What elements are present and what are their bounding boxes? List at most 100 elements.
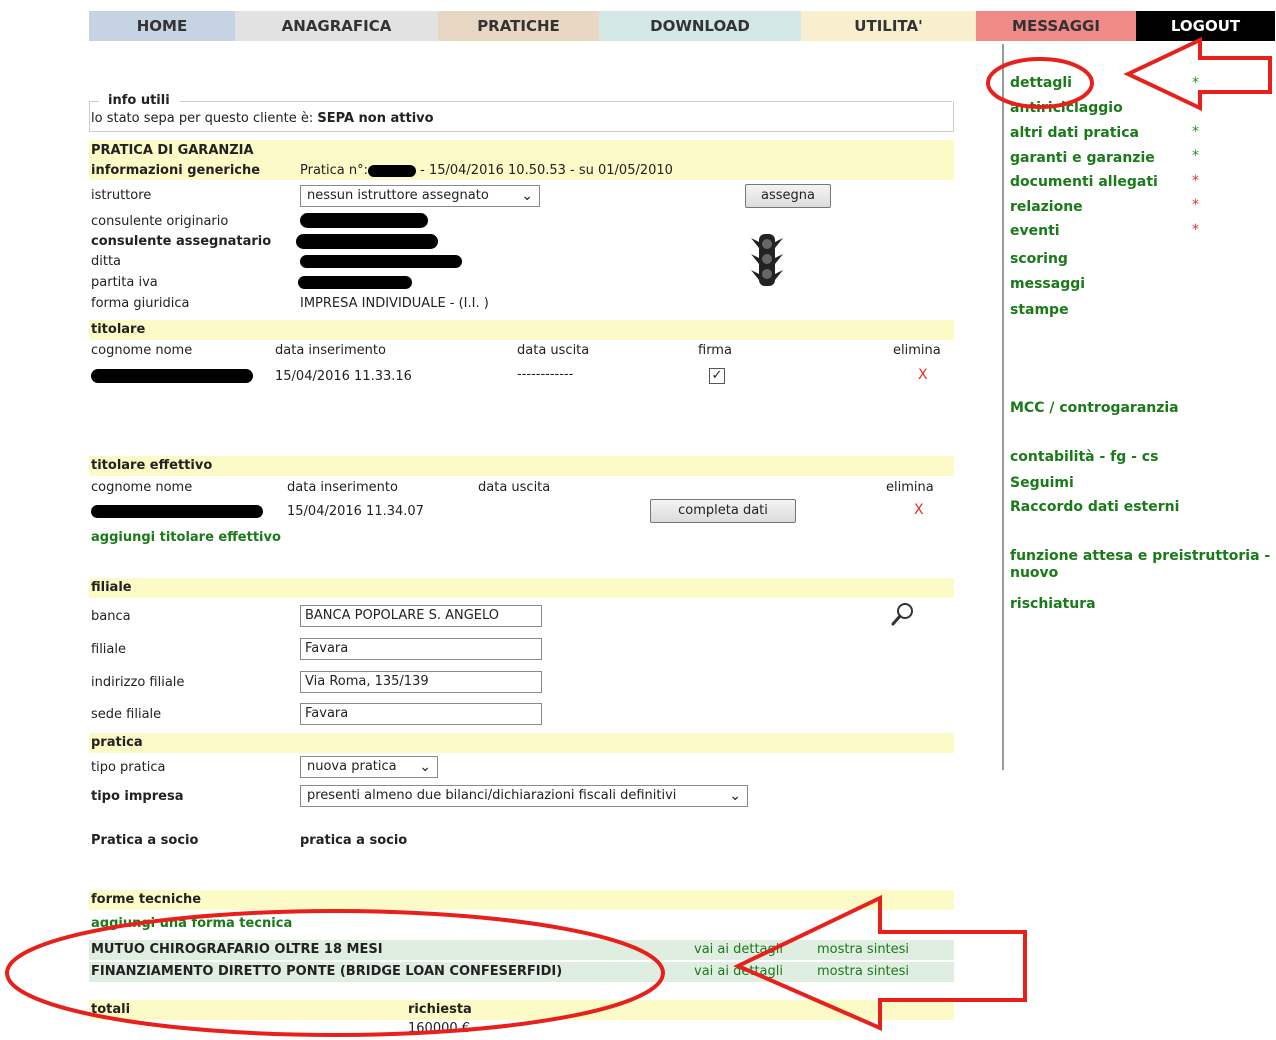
nav-logout[interactable]: LOGOUT: [1136, 11, 1275, 41]
pratica-subheading: informazioni generiche: [91, 163, 261, 178]
redaction: [296, 234, 438, 249]
tipo-pratica-value: nuova pratica: [307, 759, 397, 774]
te-col-nome: cognome nome: [91, 480, 193, 495]
sepa-value: SEPA non attivo: [317, 111, 434, 126]
sidebar-item-mcc[interactable]: MCC / controgaranzia: [1010, 400, 1179, 416]
completa-dati-button[interactable]: completa dati: [650, 499, 796, 523]
filiale-heading: filiale: [91, 580, 132, 595]
forme-heading: forme tecniche: [91, 892, 202, 907]
status-star: *: [1192, 222, 1199, 238]
tipo-pratica-label: tipo pratica: [91, 760, 166, 775]
add-forma-tecnica-link[interactable]: aggiungi una forma tecnica: [91, 916, 292, 931]
tipo-impresa-value: presenti almeno due bilanci/dichiarazion…: [307, 788, 677, 803]
forma-name: MUTUO CHIROGRAFARIO OLTRE 18 MESI: [91, 942, 383, 957]
annotation-ellipse: [5, 57, 1094, 1037]
pratica2-band: [89, 733, 954, 753]
arrow-left-icon: [1123, 36, 1272, 112]
sidebar-item-eventi[interactable]: eventi: [1010, 223, 1060, 239]
consulente-assegnatario-label: consulente assegnatario: [91, 234, 272, 249]
te-date: 15/04/2016 11.34.07: [287, 504, 424, 519]
nav-anagrafica[interactable]: ANAGRAFICA: [235, 11, 438, 41]
redaction: [300, 213, 428, 228]
sidebar-item-dettagli[interactable]: dettagli: [1010, 75, 1072, 91]
sidebar-item-garanti-garanzie[interactable]: garanti e garanzie: [1010, 150, 1155, 166]
forma-details-link[interactable]: vai ai dettagli: [694, 964, 783, 979]
sidebar-divider: [1002, 44, 1004, 770]
nav-pratiche[interactable]: PRATICHE: [438, 11, 599, 41]
add-titolare-effettivo-link[interactable]: aggiungi titolare effettivo: [91, 530, 281, 545]
nav-utilita[interactable]: UTILITA': [801, 11, 976, 41]
indirizzo-input[interactable]: Via Roma, 135/139: [300, 671, 542, 693]
tipo-impresa-label: tipo impresa: [91, 789, 184, 804]
filiale-input[interactable]: Favara: [300, 638, 542, 660]
info-fieldset-top-left: [89, 101, 99, 102]
te-col-uscita: data uscita: [478, 480, 551, 495]
forma-name: FINANZIAMENTO DIRETTO PONTE (BRIDGE LOAN…: [91, 964, 563, 979]
info-legend: info utili: [108, 93, 170, 108]
te-delete-icon[interactable]: X: [914, 502, 924, 518]
search-icon[interactable]: [890, 601, 916, 627]
tipo-impresa-select[interactable]: presenti almeno due bilanci/dichiarazion…: [300, 785, 748, 807]
sidebar-item-rischiatura[interactable]: rischiatura: [1010, 596, 1096, 612]
titolare-col-firma: firma: [698, 343, 732, 358]
sidebar-item-scoring[interactable]: scoring: [1010, 251, 1068, 267]
sede-label: sede filiale: [91, 707, 162, 722]
pratica-number: Pratica n°: - 15/04/2016 10.50.53 - su 0…: [300, 163, 673, 178]
titolare-col-nome: cognome nome: [91, 343, 193, 358]
status-star: *: [1192, 75, 1199, 91]
pratica-heading: PRATICA DI GARANZIA: [91, 143, 254, 158]
titolare-effettivo-band: [89, 456, 954, 476]
sidebar-item-messaggi[interactable]: messaggi: [1010, 276, 1085, 292]
titolare-delete-icon[interactable]: X: [918, 367, 928, 383]
sede-input[interactable]: Favara: [300, 703, 542, 725]
banca-label: banca: [91, 609, 131, 624]
totali-band: [89, 1000, 954, 1020]
partita-iva-label: partita iva: [91, 275, 158, 290]
indirizzo-label: indirizzo filiale: [91, 675, 185, 690]
sidebar-item-raccordo[interactable]: Raccordo dati esterni: [1010, 499, 1179, 515]
nav-messaggi[interactable]: MESSAGGI: [976, 11, 1136, 41]
status-star: *: [1192, 173, 1199, 189]
top-nav: HOME ANAGRAFICA PRATICHE DOWNLOAD UTILIT…: [89, 11, 1275, 41]
redaction: [91, 369, 253, 383]
sidebar-item-seguimi[interactable]: Seguimi: [1010, 475, 1074, 491]
titolare-col-uscita: data uscita: [517, 343, 590, 358]
firma-checkbox[interactable]: ✓: [709, 368, 725, 384]
filiale-label: filiale: [91, 642, 126, 657]
forma-giuridica-value: IMPRESA INDIVIDUALE - (I.I. ): [300, 296, 489, 311]
sidebar-item-relazione[interactable]: relazione: [1010, 199, 1083, 215]
istruttore-select[interactable]: nessun istruttore assegnato ⌄: [300, 185, 540, 207]
assegna-button[interactable]: assegna: [745, 184, 831, 208]
banca-input[interactable]: BANCA POPOLARE S. ANGELO: [300, 605, 542, 627]
redaction: [91, 505, 263, 518]
sidebar-item-altri-dati-pratica[interactable]: altri dati pratica: [1010, 125, 1139, 141]
chevron-down-icon: ⌄: [729, 788, 741, 804]
status-star: *: [1192, 124, 1199, 140]
te-col-elimina: elimina: [886, 480, 934, 495]
ditta-label: ditta: [91, 254, 122, 269]
sidebar-item-contabilita[interactable]: contabilità - fg - cs: [1010, 449, 1158, 465]
tipo-pratica-select[interactable]: nuova pratica ⌄: [300, 756, 438, 778]
traffic-light-icon: [751, 234, 783, 286]
sepa-label: lo stato sepa per questo cliente è:: [91, 111, 314, 126]
status-star: *: [1192, 148, 1199, 164]
nav-download[interactable]: DOWNLOAD: [599, 11, 801, 41]
istruttore-label: istruttore: [91, 188, 152, 203]
forma-details-link[interactable]: vai ai dettagli: [694, 942, 783, 957]
sidebar-item-documenti-allegati[interactable]: documenti allegati: [1010, 174, 1158, 190]
info-fieldset-top-right: [180, 101, 952, 102]
sidebar-item-funzione-attesa[interactable]: funzione attesa e preistruttoria - nuovo: [1010, 548, 1276, 582]
forma-sintesi-link[interactable]: mostra sintesi: [817, 942, 909, 957]
redaction: [300, 255, 462, 268]
titolare-effettivo-heading: titolare effettivo: [91, 458, 213, 473]
sidebar-item-stampe[interactable]: stampe: [1010, 302, 1069, 318]
sidebar-item-antiriciclaggio[interactable]: antiriciclaggio: [1010, 100, 1123, 116]
forma-sintesi-link[interactable]: mostra sintesi: [817, 964, 909, 979]
chevron-down-icon: ⌄: [419, 759, 431, 775]
pratica2-heading: pratica: [91, 735, 143, 750]
filiale-band: [89, 578, 954, 598]
nav-home[interactable]: HOME: [89, 11, 235, 41]
socio-value: pratica a socio: [300, 833, 408, 848]
titolare-date: 15/04/2016 11.33.16: [275, 369, 412, 384]
sepa-text: lo stato sepa per questo cliente è: SEPA…: [91, 111, 434, 126]
